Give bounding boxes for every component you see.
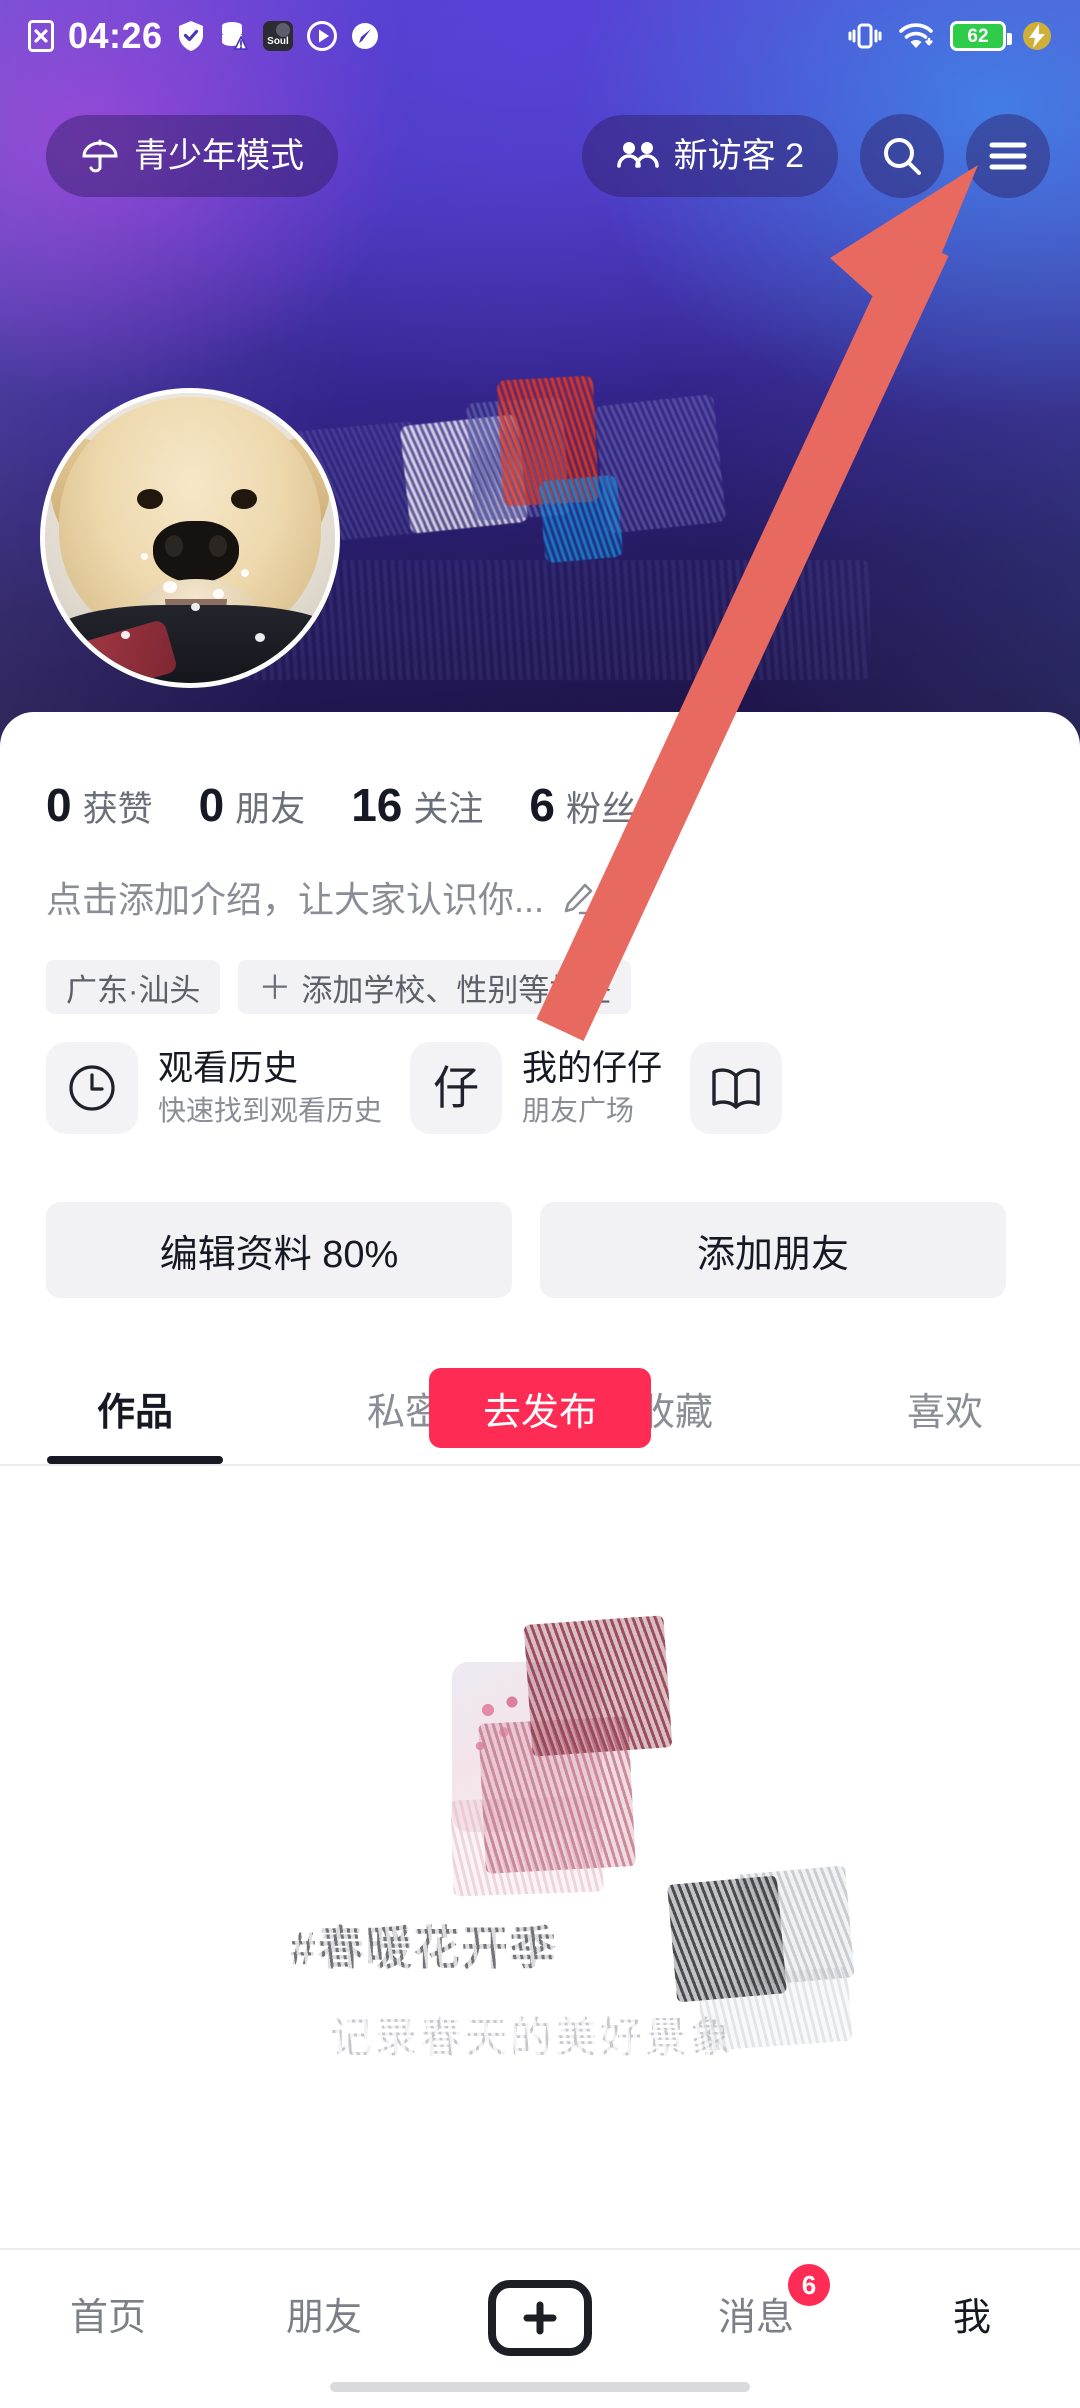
nav-item-create[interactable] (432, 2280, 648, 2356)
plus-icon: ＋ (258, 968, 292, 1006)
entry-card-text: 我的仔仔 朋友广场 (522, 1048, 663, 1126)
book-icon-box (690, 1042, 783, 1134)
stat-label: 关注 (413, 790, 484, 829)
tag-label: 广东·汕头 (66, 972, 201, 1008)
new-visitors-label: 新访客 2 (673, 137, 804, 175)
zai-character-icon-box: 仔 (410, 1042, 503, 1134)
nav-item-home[interactable]: 首页 (0, 2280, 216, 2356)
shield-check-icon (178, 21, 203, 51)
tag-location[interactable]: 广东·汕头 (46, 960, 221, 1014)
hamburger-menu-icon (989, 142, 1027, 170)
search-button[interactable] (860, 114, 944, 198)
create-post-button[interactable] (488, 2280, 592, 2356)
stat-value: 0 (46, 779, 72, 831)
banner-brush-stroke (667, 1875, 787, 2003)
tag-add-labels[interactable]: ＋ 添加学校、性别等标签 (238, 960, 632, 1014)
zai-character-icon: 仔 (433, 1062, 480, 1114)
stat-friends[interactable]: 0 朋友 (199, 782, 306, 828)
entry-card-title: 我的仔仔 (522, 1048, 663, 1088)
clock-icon-box (46, 1042, 138, 1134)
status-bar-clock: 04:26 (68, 15, 163, 56)
data-off-icon (221, 22, 248, 50)
entry-cards-row: 观看历史 快速找到观看历史 仔 我的仔仔 朋友广场 (46, 1042, 783, 1134)
nav-item-friends[interactable]: 朋友 (216, 2280, 432, 2356)
status-bar-left: 04:26 Soul (28, 18, 379, 54)
status-bar: 04:26 Soul 62 (0, 0, 1080, 72)
wifi-icon (899, 23, 933, 48)
stat-likes[interactable]: 0 获赞 (46, 782, 153, 828)
profile-detail-sheet: 0 获赞 0 朋友 16 关注 6 粉丝 点击添加介绍，让大家认识你... 广东… (0, 712, 1080, 2264)
teen-mode-label: 青少年模式 (134, 137, 304, 175)
compass-icon (351, 23, 378, 49)
entry-card-my-zaizai[interactable]: 仔 我的仔仔 朋友广场 (410, 1042, 662, 1134)
avatar[interactable] (40, 388, 340, 688)
nav-item-messages[interactable]: 消息 6 (648, 2264, 864, 2356)
bottom-navigation-bar: 首页 朋友 消息 6 我 (0, 2248, 1080, 2408)
clock-icon (69, 1065, 115, 1111)
fast-charge-icon (1023, 22, 1051, 50)
profile-stats-row: 0 获赞 0 朋友 16 关注 6 粉丝 (46, 782, 636, 828)
publish-button[interactable]: 去发布 (429, 1368, 651, 1448)
bio-placeholder-text: 点击添加介绍，让大家认识你... (46, 879, 545, 921)
add-friends-button[interactable]: 添加朋友 (540, 1202, 1006, 1298)
nav-label: 消息 (717, 2297, 794, 2339)
stat-value: 6 (529, 779, 555, 831)
edit-profile-button[interactable]: 编辑资料 80% (46, 1202, 512, 1298)
menu-button[interactable] (966, 114, 1050, 198)
banner-hashtag-text: #春暖花开季 (290, 1922, 558, 1974)
message-badge: 6 (788, 2264, 830, 2306)
stat-value: 0 (198, 779, 225, 831)
tab-label: 作品 (96, 1391, 173, 1434)
entry-card-partial[interactable] (690, 1042, 783, 1134)
stat-label: 粉丝 (566, 790, 637, 829)
tabs-divider (0, 1464, 1080, 1466)
battery-percent: 62 (967, 25, 989, 47)
play-circle-icon (306, 21, 337, 51)
banner-artwork: #春暖花开季 记录春天的美好景象 (0, 1612, 1080, 2061)
battery-icon: 62 (950, 21, 1012, 51)
nav-label: 朋友 (285, 2297, 362, 2339)
tab-works[interactable]: 作品 (0, 1352, 270, 1464)
bio-row[interactable]: 点击添加介绍，让大家认识你... (46, 880, 598, 920)
tab-likes[interactable]: 喜欢 (810, 1352, 1080, 1464)
entry-card-watch-history[interactable]: 观看历史 快速找到观看历史 (46, 1042, 382, 1134)
cover-brush-stroke (538, 474, 624, 564)
soul-app-icon: Soul (262, 21, 293, 51)
teen-mode-button[interactable]: 青少年模式 (46, 115, 338, 197)
umbrella-icon (82, 139, 118, 173)
profile-top-bar: 青少年模式 新访客 2 (0, 108, 1080, 204)
app-screen: 04:26 Soul 62 青少年模式 新访客 2 0 获赞 0 朋友 16 关… (0, 0, 1080, 2408)
no-sim-icon (28, 20, 54, 52)
status-bar-right: 62 (848, 20, 1052, 52)
empty-state-banner[interactable]: #春暖花开季 记录春天的美好景象 (0, 1492, 1080, 2212)
profile-action-buttons: 编辑资料 80% 添加朋友 (46, 1202, 1006, 1298)
entry-card-title: 观看历史 (158, 1048, 299, 1088)
tag-label: 添加学校、性别等标签 (301, 972, 612, 1008)
tab-label: 喜欢 (906, 1391, 983, 1434)
stat-value: 16 (351, 779, 403, 831)
nav-label: 首页 (69, 2297, 146, 2339)
nav-label: 我 (952, 2297, 991, 2339)
pencil-icon[interactable] (558, 880, 598, 920)
search-icon (884, 138, 921, 175)
people-icon (616, 142, 659, 168)
book-icon (712, 1068, 760, 1109)
avatar-image (45, 393, 335, 683)
stat-following[interactable]: 16 关注 (351, 782, 483, 828)
profile-tags-row: 广东·汕头 ＋ 添加学校、性别等标签 (46, 960, 632, 1014)
stat-followers[interactable]: 6 粉丝 (529, 782, 636, 828)
banner-subtitle-text: 记录春天的美好景象 (330, 2014, 736, 2061)
svg-text:Soul: Soul (267, 36, 289, 47)
stat-label: 朋友 (235, 790, 306, 829)
banner-brush-stroke (523, 1615, 673, 1757)
new-visitors-button[interactable]: 新访客 2 (581, 115, 838, 197)
nav-item-me[interactable]: 我 (864, 2280, 1080, 2356)
entry-card-subtitle: 快速找到观看历史 (158, 1094, 383, 1126)
entry-card-text: 观看历史 快速找到观看历史 (158, 1048, 383, 1126)
home-indicator (330, 2382, 750, 2392)
plus-icon (523, 2301, 557, 2335)
vibrate-icon (848, 23, 882, 49)
stat-label: 获赞 (82, 790, 153, 829)
entry-card-subtitle: 朋友广场 (522, 1094, 635, 1126)
